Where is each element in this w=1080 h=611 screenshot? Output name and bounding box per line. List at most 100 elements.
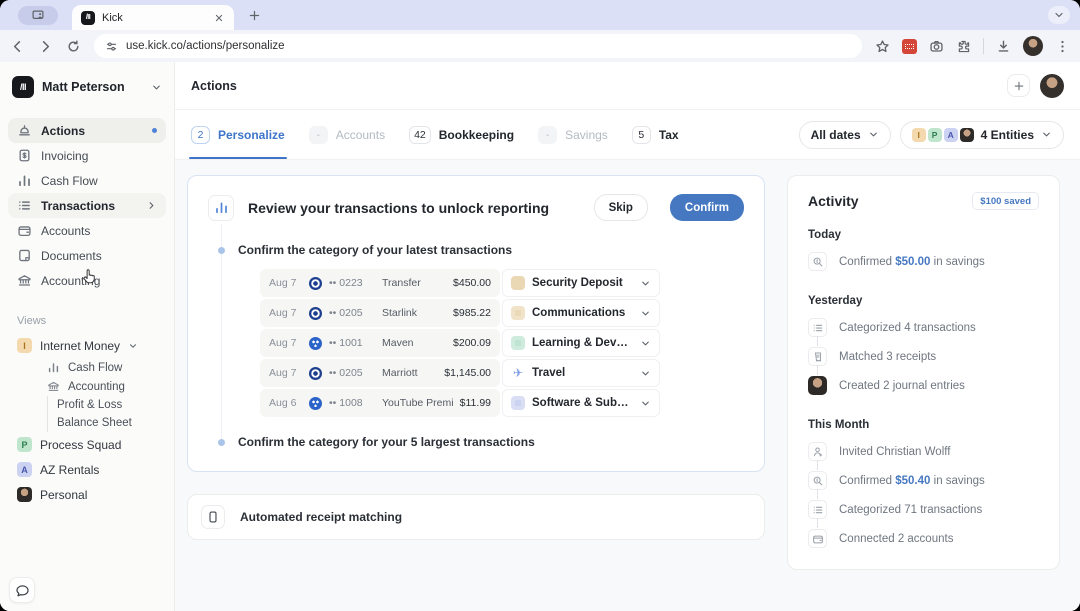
cash-flow-icon: [47, 361, 60, 374]
entity-badge: A: [17, 462, 32, 477]
transaction-details: Aug 7 •• 0205 Marriott $1,145.00: [260, 359, 500, 387]
category-select[interactable]: Communications: [502, 299, 660, 327]
add-button[interactable]: [1007, 74, 1030, 97]
sidebar-item-accounting[interactable]: Accounting: [8, 268, 166, 293]
chevron-down-icon: [640, 338, 651, 349]
forward-icon[interactable]: [38, 39, 53, 54]
browser-menu-icon[interactable]: [1055, 39, 1070, 54]
extensions-puzzle-icon[interactable]: [956, 39, 971, 54]
activity-text: Invited Christian Wolff: [839, 446, 950, 458]
bank-logo-icon: [309, 337, 322, 350]
category-select[interactable]: Learning & Development: [502, 329, 660, 357]
bank-logo-icon: [309, 367, 322, 380]
sidebar-item-label: Accounts: [41, 224, 90, 238]
sidebar-item-label: Actions: [41, 124, 85, 138]
airplane-icon: ✈: [511, 367, 525, 379]
address-bar[interactable]: use.kick.co/actions/personalize: [94, 34, 862, 58]
entities-filter-dropdown[interactable]: I P A 4 Entities: [900, 121, 1064, 149]
category-label: Travel: [532, 367, 633, 379]
report-chart-icon: [208, 195, 234, 221]
skip-button[interactable]: Skip: [594, 194, 648, 221]
tab-close-icon[interactable]: [213, 12, 225, 24]
sidebar-item-accounts[interactable]: Accounts: [8, 218, 166, 243]
entity-process-squad[interactable]: P Process Squad: [8, 432, 166, 457]
kick-app: /II Matt Peterson Actions Invoicing Cash…: [0, 62, 1080, 611]
account-switcher[interactable]: /II Matt Peterson: [0, 62, 174, 108]
tab-label: Personalize: [218, 128, 285, 142]
entity-badge: I: [17, 338, 32, 353]
category-select[interactable]: Security Deposit: [502, 269, 660, 297]
entity-az-rentals[interactable]: A AZ Rentals: [8, 457, 166, 482]
receipt-matching-card[interactable]: Automated receipt matching: [187, 494, 765, 540]
view-item-profit-loss[interactable]: Profit & Loss: [57, 396, 174, 414]
activity-title: Activity: [808, 193, 859, 209]
tab-accounts[interactable]: - Accounts: [309, 110, 385, 159]
entity-badge: A: [944, 128, 958, 142]
site-info-icon[interactable]: [105, 40, 118, 53]
category-select[interactable]: Software & Subscriptions: [502, 389, 660, 417]
chevron-down-icon: [640, 278, 651, 289]
transaction-date: Aug 7: [269, 307, 302, 319]
date-filter-label: All dates: [811, 128, 861, 142]
bookmark-star-icon[interactable]: [875, 39, 890, 54]
sidebar-item-invoicing[interactable]: Invoicing: [8, 143, 166, 168]
support-chat-button[interactable]: [9, 577, 35, 603]
view-item-cash-flow[interactable]: Cash Flow: [0, 358, 174, 377]
transactions-icon: [17, 198, 32, 213]
tab-label: Savings: [565, 128, 608, 142]
entity-internet-money[interactable]: I Internet Money: [8, 333, 166, 358]
sidebar-item-cash-flow[interactable]: Cash Flow: [8, 168, 166, 193]
entity-mini-badges: I P A: [912, 128, 974, 142]
wallet-icon: [808, 529, 827, 548]
reload-icon[interactable]: [66, 39, 81, 54]
camera-extension-icon[interactable]: [929, 39, 944, 54]
category-label: Learning & Development: [532, 337, 633, 349]
kick-logo: /II: [12, 76, 34, 98]
entity-label: Personal: [40, 488, 87, 502]
sidebar-item-transactions[interactable]: Transactions: [8, 193, 166, 218]
view-item-accounting[interactable]: Accounting: [0, 377, 174, 396]
account-mask: •• 0205: [329, 307, 375, 319]
activity-section-today: Today: [808, 229, 1039, 241]
entity-label: Process Squad: [40, 438, 121, 452]
browser-tab-kick[interactable]: /II Kick: [72, 5, 234, 30]
category-label: Software & Subscriptions: [532, 397, 633, 409]
tab-search-button[interactable]: [18, 6, 58, 25]
tab-savings[interactable]: - Savings: [538, 110, 608, 159]
savings-badge: $100 saved: [972, 192, 1039, 210]
browser-profile-avatar[interactable]: [1023, 36, 1043, 56]
savings-amount: $50.40: [895, 475, 930, 487]
content-area: Review your transactions to unlock repor…: [175, 160, 1080, 611]
view-item-balance-sheet[interactable]: Balance Sheet: [57, 414, 174, 432]
main-header: Actions: [175, 62, 1080, 110]
chevron-down-icon: [868, 129, 879, 140]
category-icon: [511, 306, 525, 320]
category-select[interactable]: ✈ Travel: [502, 359, 660, 387]
entity-badge: P: [17, 437, 32, 452]
filter-row: 2 Personalize - Accounts 42 Bookkeeping …: [175, 110, 1080, 160]
tab-list-chevron-icon[interactable]: [1048, 6, 1070, 24]
back-icon[interactable]: [10, 39, 25, 54]
activity-section: Categorized 4 transactions Matched 3 rec…: [808, 313, 1039, 400]
downloads-icon[interactable]: [996, 39, 1011, 54]
entity-personal[interactable]: Personal: [8, 482, 166, 507]
sidebar-item-actions[interactable]: Actions: [8, 118, 166, 143]
user-avatar[interactable]: [1040, 74, 1064, 98]
tab-tax[interactable]: 5 Tax: [632, 110, 679, 159]
confirm-button[interactable]: Confirm: [670, 194, 744, 221]
bank-logo-icon: [309, 307, 322, 320]
entities-filter-label: 4 Entities: [981, 128, 1034, 142]
activity-panel: Activity $100 saved Today Confirmed $50.…: [787, 175, 1060, 570]
new-tab-button[interactable]: [248, 9, 261, 22]
date-filter-dropdown[interactable]: All dates: [799, 121, 891, 149]
tab-personalize[interactable]: 2 Personalize: [191, 110, 285, 159]
red-extension-icon[interactable]: [902, 39, 917, 54]
search-savings-icon: [808, 252, 827, 271]
documents-icon: [17, 248, 32, 263]
sidebar-item-documents[interactable]: Documents: [8, 243, 166, 268]
transaction-amount: $1,145.00: [444, 367, 491, 379]
tab-bookkeeping[interactable]: 42 Bookkeeping: [409, 110, 514, 159]
accounting-sub-group: Profit & Loss Balance Sheet: [47, 396, 174, 432]
entity-label: Internet Money: [40, 339, 120, 353]
activity-section-this-month: This Month: [808, 419, 1039, 431]
